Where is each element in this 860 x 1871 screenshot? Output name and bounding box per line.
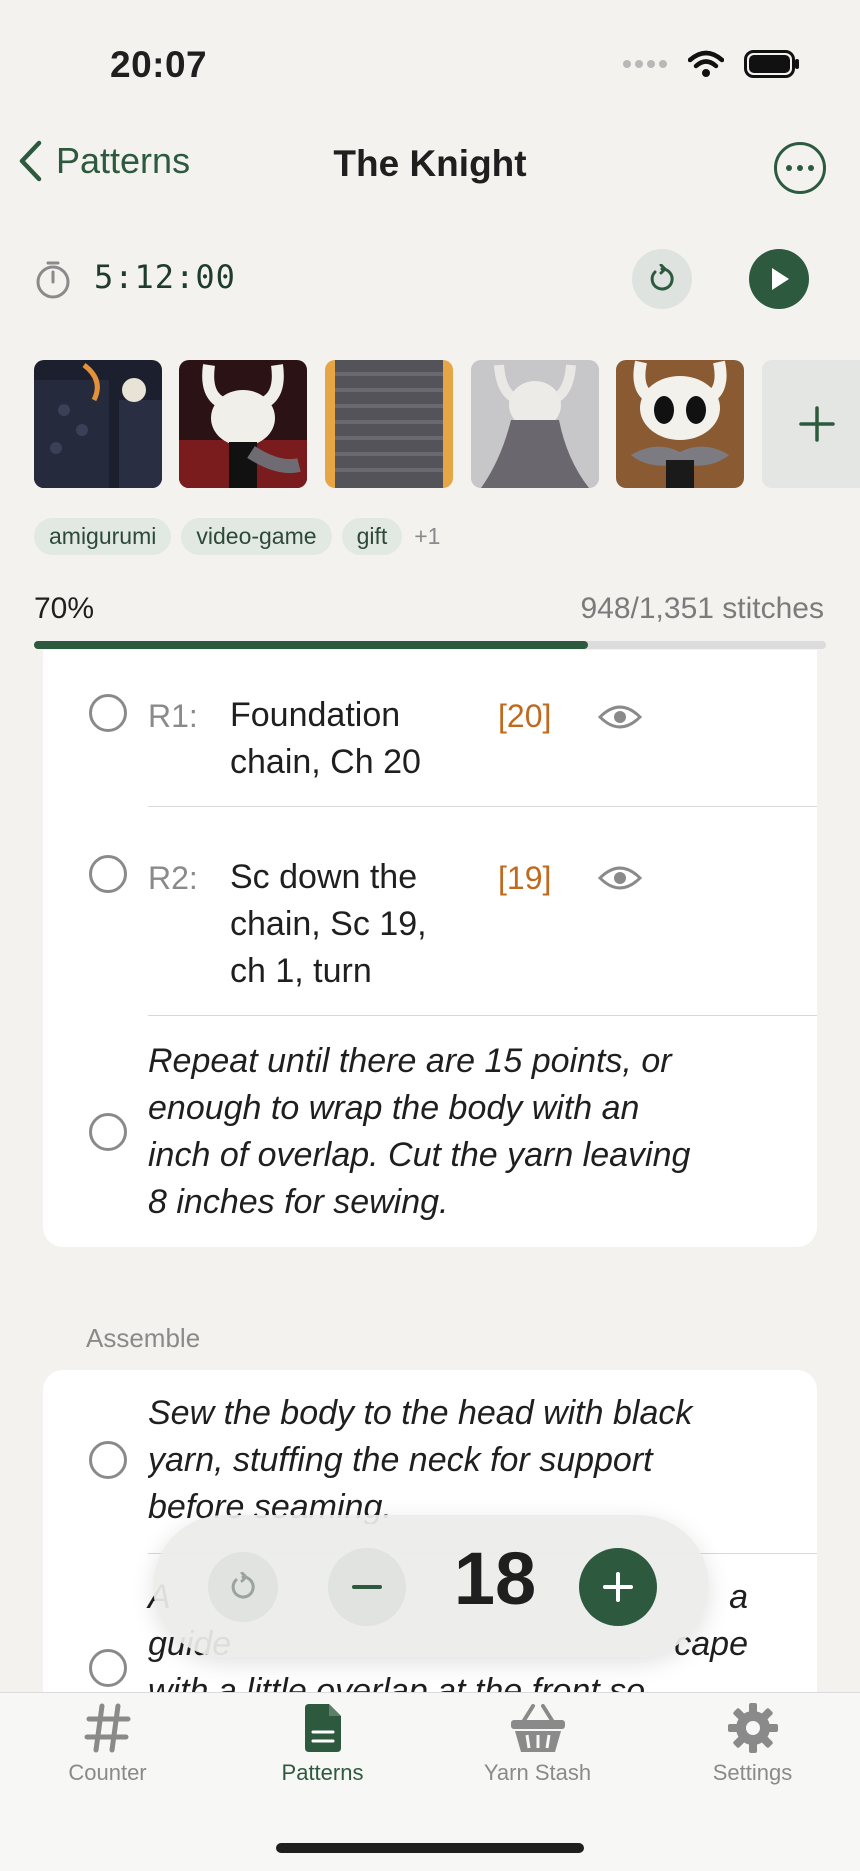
tag-chip[interactable]: video-game [181, 518, 332, 555]
row-stitch-count: [19] [498, 860, 552, 896]
row-instruction: Foundation chain, Ch 20 [230, 696, 421, 781]
eye-icon[interactable] [598, 703, 642, 731]
increment-button[interactable] [579, 1548, 657, 1626]
status-icons [622, 50, 800, 78]
tag-overflow-count[interactable]: +1 [414, 523, 440, 550]
more-options-button[interactable] [774, 142, 826, 194]
play-icon [772, 268, 789, 290]
tag-chip[interactable]: amigurumi [34, 518, 172, 555]
tab-counter[interactable]: Counter [0, 1702, 215, 1786]
page-title: The Knight [333, 143, 527, 184]
signal-icon [623, 60, 667, 68]
row-stitch-count: [20] [498, 698, 552, 734]
row-instruction: Sc down the chain, Sc 19, ch 1, turn [230, 858, 427, 990]
counter-reset-button[interactable] [208, 1552, 278, 1622]
add-photo-button[interactable] [762, 360, 860, 488]
tag-chip[interactable]: gift [341, 518, 403, 555]
tab-yarn-stash[interactable]: Yarn Stash [430, 1702, 645, 1786]
reset-icon [231, 1572, 255, 1599]
battery-icon [744, 50, 799, 78]
photo-thumbnail[interactable] [325, 360, 453, 488]
timer-value: 5:12:00 [94, 258, 236, 296]
progress-percent: 70% [34, 592, 95, 625]
note-text: Repeat until there are 15 points, or eno… [148, 1042, 691, 1221]
timer-reset-button[interactable] [632, 249, 692, 309]
hash-icon [84, 1703, 130, 1753]
divider [148, 1015, 817, 1016]
tab-label: Counter [68, 1760, 147, 1785]
tab-label: Settings [712, 1760, 793, 1785]
step-text: Sew the body to the head with black yarn… [148, 1394, 693, 1524]
row-checkbox[interactable] [89, 694, 127, 732]
tag-list: amigurumi video-game gift +1 [34, 518, 440, 555]
progress-bar [34, 641, 826, 649]
note-checkbox[interactable] [89, 1113, 127, 1151]
photo-thumbnail[interactable] [179, 360, 307, 488]
step-checkbox[interactable] [89, 1441, 127, 1479]
eye-icon[interactable] [598, 864, 642, 892]
photo-thumbnail[interactable] [34, 360, 162, 488]
photo-thumbnail[interactable] [616, 360, 744, 488]
basket-icon [510, 1704, 565, 1752]
decrement-button[interactable] [328, 1548, 406, 1626]
gear-icon [727, 1703, 778, 1753]
photo-thumbnail[interactable] [471, 360, 599, 488]
counter-value: 18 [453, 1537, 537, 1620]
stitch-count: 948/1,351 stitches [580, 592, 824, 625]
plus-icon [799, 406, 835, 442]
row-label: R1: [148, 698, 198, 734]
home-indicator [276, 1843, 584, 1853]
wifi-icon [688, 50, 724, 77]
stopwatch-icon [36, 261, 70, 299]
document-icon [304, 1704, 341, 1752]
tab-label: Patterns [281, 1760, 364, 1785]
tab-patterns[interactable]: Patterns [215, 1702, 430, 1786]
minus-icon [352, 1585, 382, 1589]
row-label: R2: [148, 860, 198, 896]
status-time: 20:07 [110, 44, 208, 85]
progress-bar-fill [34, 641, 589, 649]
reset-icon [650, 264, 674, 291]
tab-label: Yarn Stash [483, 1760, 592, 1785]
divider [148, 806, 817, 807]
tab-settings[interactable]: Settings [645, 1702, 860, 1786]
section-header: Assemble [86, 1323, 201, 1353]
row-checkbox[interactable] [89, 855, 127, 893]
timer-play-button[interactable] [749, 249, 809, 309]
step-checkbox[interactable] [89, 1649, 127, 1687]
plus-icon [603, 1572, 633, 1602]
